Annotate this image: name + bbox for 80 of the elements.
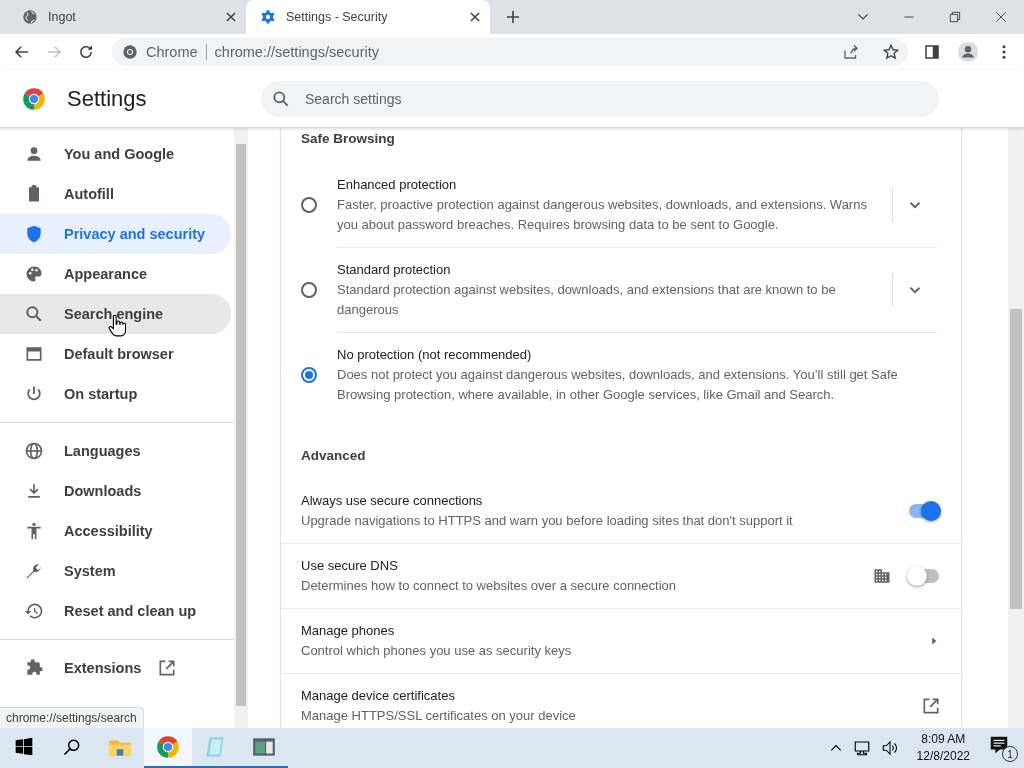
reload-icon[interactable] — [77, 43, 95, 61]
browser-tab[interactable]: Settings - Security — [246, 0, 490, 34]
external-link-icon[interactable] — [921, 696, 941, 716]
setting-title: Manage phones — [301, 622, 396, 640]
plus-icon[interactable] — [505, 9, 521, 25]
setting-description: Control which phones you use as security keys — [301, 642, 573, 660]
search-icon — [271, 88, 291, 109]
option-title: Enhanced protection — [337, 176, 458, 194]
network-icon[interactable] — [852, 739, 871, 757]
globe-icon — [24, 441, 44, 461]
sidebar-item[interactable]: Appearance — [0, 254, 231, 294]
sidebar-item[interactable]: Languages — [0, 431, 231, 471]
url-text: chrome://settings/security — [214, 44, 380, 60]
side-panel-icon[interactable] — [923, 43, 941, 61]
sidebar-item[interactable]: Downloads — [0, 471, 231, 511]
radio-button[interactable] — [301, 197, 317, 213]
browser-tab[interactable]: Ingot — [8, 0, 246, 34]
sidebar-item[interactable]: System — [0, 551, 231, 591]
close-icon[interactable] — [468, 10, 482, 24]
external-link-icon — [157, 658, 178, 678]
taskbar-app[interactable] — [144, 728, 192, 768]
radio-button[interactable] — [301, 282, 317, 298]
option-title: Standard protection — [337, 261, 452, 279]
globe-icon — [22, 9, 38, 25]
star-icon[interactable] — [882, 43, 900, 61]
history-icon — [24, 601, 44, 621]
option-description: Does not protect you against dangerous websites, downloads, and extensions. You’ll still get Safe Browsing protection, where available, in other Google services, like Gmail and Search. — [337, 366, 899, 404]
chrome-logo-icon — [21, 85, 47, 112]
toggle-switch[interactable] — [907, 501, 941, 521]
chrome-icon — [122, 44, 138, 60]
palette-icon — [24, 264, 44, 284]
windows-logo-icon[interactable] — [14, 737, 34, 757]
option-description: Faster, proactive protection against dangerous websites, downloads, and extensions. Warns you about password breaches. Requires browsing data to be sent to Google. — [337, 196, 868, 234]
person-icon — [24, 144, 44, 164]
profile-icon[interactable] — [957, 41, 979, 63]
search-icon — [24, 304, 44, 324]
search-icon[interactable] — [62, 737, 82, 757]
scrollbar[interactable] — [1008, 128, 1024, 728]
accessibility-icon — [24, 521, 44, 541]
sidebar-item[interactable]: Reset and clean up — [0, 591, 231, 631]
browser-window-icon — [24, 344, 44, 364]
notification-count: 1 — [1002, 746, 1018, 762]
close-icon[interactable] — [224, 10, 238, 24]
sidebar-item[interactable]: You and Google — [0, 134, 231, 174]
clock[interactable]: 8:09 AM 12/8/2022 — [916, 731, 970, 765]
back-icon[interactable] — [13, 43, 31, 61]
toggle-switch[interactable] — [907, 566, 941, 586]
sidebar-item[interactable]: Autofill — [0, 174, 231, 214]
puzzle-icon — [24, 658, 44, 678]
setting-title: Use secure DNS — [301, 557, 399, 575]
setting-description: Determines how to connect to websites over a secure connection — [301, 577, 678, 595]
option-title: No protection (not recommended) — [337, 346, 533, 364]
setting-description: Upgrade navigations to HTTPS and warn you before loading sites that don't support it — [301, 512, 794, 530]
setting-title: Manage device certificates — [301, 687, 456, 705]
setting-title: Always use secure connections — [301, 492, 484, 510]
notification-icon[interactable] — [988, 734, 1010, 756]
sidebar-item[interactable]: Default browser — [0, 334, 231, 374]
sidebar-item[interactable]: Privacy and security — [0, 214, 231, 254]
scrollbar[interactable] — [234, 128, 248, 728]
search-field[interactable]: Search settings — [261, 80, 939, 117]
setting-description: Manage HTTPS/SSL certificates on your device — [301, 707, 577, 725]
shield-icon — [24, 224, 44, 244]
page-title: Settings — [67, 85, 148, 112]
chrome-icon — [155, 734, 181, 760]
status-tooltip: chrome://settings/search — [0, 707, 144, 728]
section-heading: Advanced — [300, 447, 367, 465]
site-label: Chrome — [146, 44, 198, 60]
sidebar-item[interactable]: Search engine — [0, 294, 231, 334]
gear-icon — [260, 9, 276, 25]
option-description: Standard protection against websites, downloads, and extensions that are known to be dangerous — [337, 281, 837, 319]
sidebar-item[interactable]: Extensions — [0, 648, 231, 688]
section-heading: Safe Browsing — [300, 130, 396, 148]
speaker-icon[interactable] — [880, 739, 899, 757]
sidebar-item[interactable]: On startup — [0, 374, 231, 414]
share-icon[interactable] — [842, 43, 860, 61]
radio-button[interactable] — [301, 367, 317, 383]
address-bar[interactable]: Chrome chrome://settings/security — [112, 38, 908, 66]
sidebar-item[interactable]: Accessibility — [0, 511, 231, 551]
close-icon[interactable] — [993, 9, 1009, 25]
restore-icon[interactable] — [947, 9, 963, 25]
